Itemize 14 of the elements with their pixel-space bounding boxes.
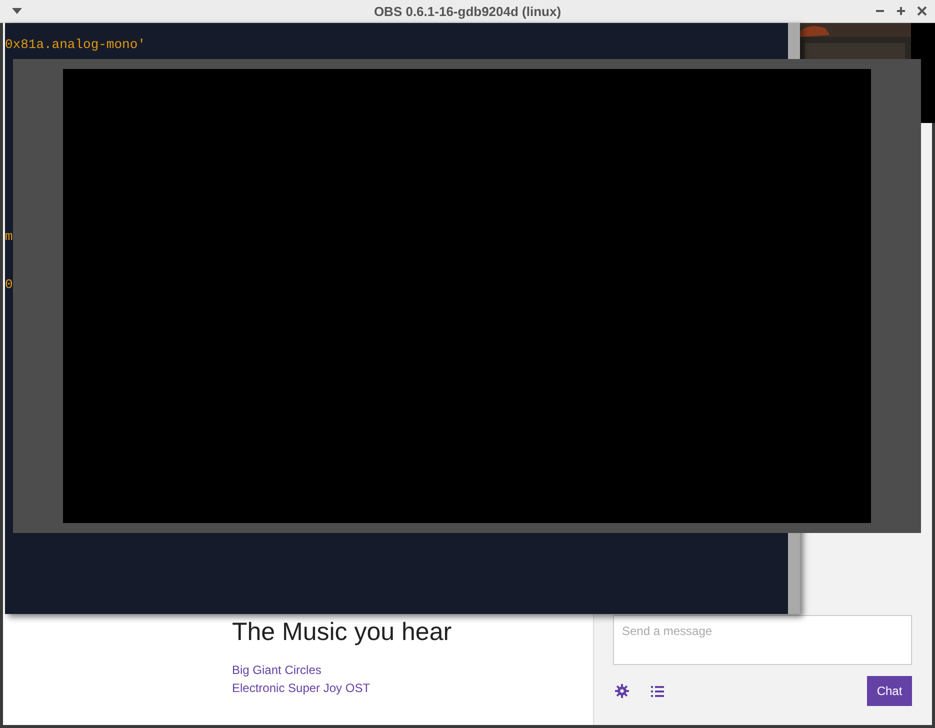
list-icon[interactable] [651, 686, 664, 696]
terminal-line: 0 [5, 277, 14, 293]
caret-icon[interactable] [12, 8, 22, 14]
terminal-line: m [5, 229, 14, 245]
window-title: OBS 0.6.1-16-gdb9204d (linux) [374, 4, 562, 18]
message-field[interactable]: Send a message [613, 615, 912, 665]
maximize-icon[interactable] [896, 6, 906, 16]
music-link[interactable]: Electronic Super Joy OST [232, 679, 593, 697]
settings-icon[interactable] [615, 684, 629, 698]
chat-button[interactable]: Chat [867, 676, 912, 706]
close-icon[interactable] [917, 6, 927, 16]
page-heading: The Music you hear [232, 618, 453, 647]
music-link[interactable]: Big Giant Circles [232, 661, 593, 679]
terminal-line: 0x81a.analog-mono' [5, 37, 146, 53]
